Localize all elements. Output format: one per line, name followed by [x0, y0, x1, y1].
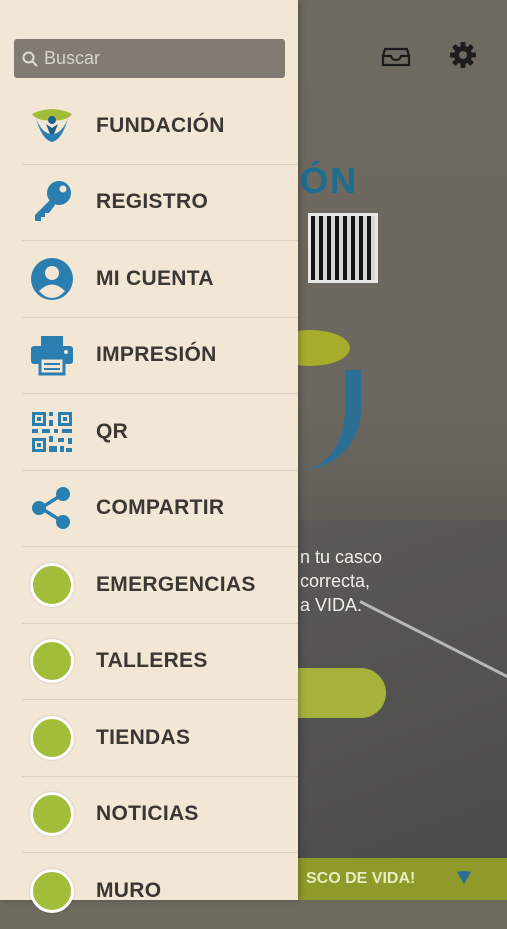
green-dot-icon: [22, 708, 82, 768]
menu-item-label: REGISTRO: [96, 190, 209, 214]
green-dot-icon: [22, 784, 82, 844]
background-qr-code: [308, 213, 378, 283]
menu-item-mi-cuenta[interactable]: MI CUENTA: [22, 241, 298, 318]
background-text: n tu casco correcta, a VIDA.: [300, 545, 507, 617]
menu-item-muro[interactable]: MURO: [22, 853, 298, 929]
menu-item-impresion[interactable]: IMPRESIÓN: [22, 318, 298, 394]
brand-mark-icon: [455, 868, 473, 891]
menu-item-label: EMERGENCIAS: [96, 572, 256, 596]
menu-item-compartir[interactable]: COMPARTIR: [22, 471, 298, 547]
gear-icon[interactable]: [447, 40, 479, 70]
menu-item-label: TALLERES: [96, 649, 208, 673]
menu-item-label: FUNDACIÓN: [96, 113, 225, 137]
menu-item-label: MI CUENTA: [96, 266, 214, 290]
green-dot-icon: [22, 861, 82, 921]
background-text-line: n tu casco: [300, 547, 383, 567]
background-text-line: correcta,: [300, 571, 371, 591]
key-icon: [22, 172, 82, 232]
menu-item-noticias[interactable]: NOTICIAS: [22, 777, 298, 853]
menu-item-label: MURO: [96, 878, 162, 902]
green-dot-icon: [22, 555, 82, 615]
menu-item-label: QR: [96, 419, 129, 443]
inbox-icon[interactable]: [380, 40, 412, 70]
share-icon: [22, 478, 82, 538]
menu-item-talleres[interactable]: TALLERES: [22, 624, 298, 700]
background-text-line: a VIDA.: [300, 595, 363, 615]
menu-item-label: IMPRESIÓN: [96, 343, 217, 367]
menu-item-emergencias[interactable]: EMERGENCIAS: [22, 547, 298, 624]
menu-item-registro[interactable]: REGISTRO: [22, 165, 298, 241]
menu-list: FUNDACIÓN REGISTRO MI CUENTA IMPRESIÓN Q…: [0, 88, 298, 929]
background-title: IÓN: [288, 160, 359, 201]
menu-item-tiendas[interactable]: TIENDAS: [22, 700, 298, 777]
menu-item-fundacion[interactable]: FUNDACIÓN: [22, 88, 298, 165]
printer-icon: [22, 325, 82, 385]
bottom-banner-text: SCO DE VIDA!: [306, 870, 416, 887]
qr-code-icon: [22, 402, 82, 462]
navigation-drawer: Buscar FUNDACIÓN REGISTRO MI CUENTA IMPR…: [0, 0, 298, 913]
menu-item-label: COMPARTIR: [96, 496, 225, 520]
search-icon: [22, 51, 38, 67]
search-input[interactable]: Buscar: [14, 39, 285, 78]
account-icon: [22, 249, 82, 309]
green-dot-icon: [22, 631, 82, 691]
menu-item-label: TIENDAS: [96, 725, 191, 749]
bottom-banner[interactable]: SCO DE VIDA!: [298, 858, 507, 900]
menu-item-label: NOTICIAS: [96, 802, 199, 826]
menu-item-qr[interactable]: QR: [22, 394, 298, 471]
fundacion-logo-icon: [22, 96, 82, 156]
search-placeholder: Buscar: [44, 48, 101, 68]
